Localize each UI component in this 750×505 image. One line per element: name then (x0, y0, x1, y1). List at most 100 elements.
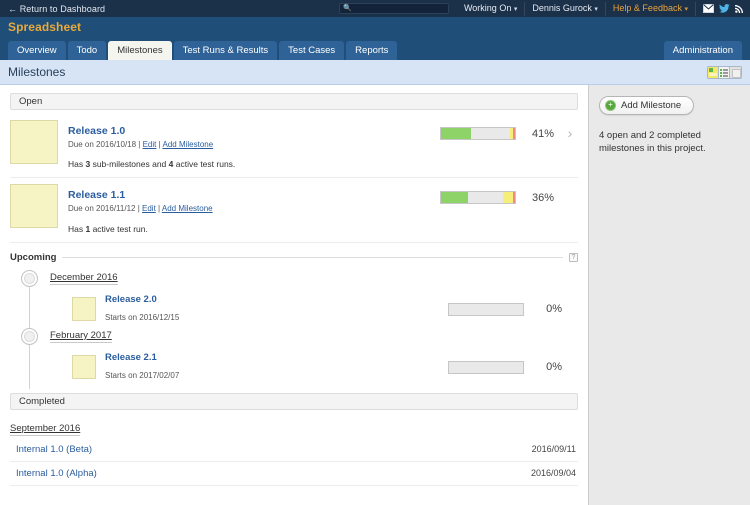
milestone-due-date: Due on 2016/10/18 (68, 140, 137, 149)
main-content: Open Release 1.0 Due on 2016/10/18 | Edi… (0, 85, 588, 505)
section-header-upcoming: Upcoming ? (10, 252, 578, 263)
administration-button[interactable]: Administration (663, 41, 742, 60)
tab-test-cases[interactable]: Test Cases (279, 41, 345, 60)
milestone-meta: Due on 2016/11/12 | Edit | Add Milestone (68, 204, 440, 214)
view-mode-cards-icon[interactable] (708, 66, 719, 78)
chevron-down-icon: ▾ (594, 5, 598, 13)
help-feedback-menu[interactable]: Help & Feedback ▾ (606, 1, 696, 16)
progress-segment-retest (503, 192, 513, 204)
plus-circle-icon: + (605, 99, 616, 111)
milestone-completed-date: 2016/09/04 (530, 468, 576, 479)
timeline-group: February 2017 Release 2.1 Starts on 2017… (10, 325, 578, 389)
milestone-row[interactable]: Release 1.0 Due on 2016/10/18 | Edit | A… (10, 114, 578, 179)
summary-suffix: active test runs. (173, 159, 236, 170)
milestone-progress-block: 0% (448, 302, 562, 316)
progress-segment-untested (467, 192, 504, 204)
milestone-row[interactable]: Release 1.1 Due on 2016/11/12 | Edit | A… (10, 178, 578, 243)
progress-segment-passed (441, 192, 468, 204)
topbar-right: 🔍 Working On ▾ Dennis Gurock ▾ Help & Fe… (338, 1, 744, 16)
timeline-month-link[interactable]: December 2016 (50, 272, 118, 285)
timeline-connector (29, 344, 30, 389)
completed-month-link[interactable]: September 2016 (10, 423, 81, 436)
search-input[interactable] (351, 4, 445, 13)
milestone-start-date: Starts on 2016/12/15 (105, 312, 180, 322)
add-milestone-label: Add Milestone (621, 99, 682, 111)
return-to-dashboard-link[interactable]: ← Return to Dashboard (8, 4, 105, 14)
primary-tab-bar: Overview Todo Milestones Test Runs & Res… (0, 36, 750, 60)
section-header-completed: Completed (10, 392, 578, 410)
summary-middle: sub-milestones and (90, 159, 169, 170)
timeline-group: December 2016 Release 2.0 Starts on 2016… (10, 267, 578, 331)
section-label-open: Open (19, 96, 43, 107)
milestone-add-link[interactable]: Add Milestone (162, 140, 213, 149)
view-mode-compact-icon[interactable] (730, 66, 741, 78)
right-sidebar: + Add Milestone 4 open and 2 completed m… (588, 85, 750, 505)
tab-overview[interactable]: Overview (8, 41, 66, 60)
milestone-name-link[interactable]: Release 1.0 (68, 125, 125, 137)
section-label-completed: Completed (19, 395, 65, 407)
timeline-month-link[interactable]: February 2017 (50, 330, 112, 343)
summary-suffix: active test run. (90, 223, 148, 234)
topbar-left: ← Return to Dashboard (8, 4, 339, 14)
tab-test-runs-results[interactable]: Test Runs & Results (173, 41, 278, 60)
milestone-info: Release 1.0 Due on 2016/10/18 | Edit | A… (68, 120, 440, 169)
add-milestone-button[interactable]: + Add Milestone (599, 95, 695, 115)
progress-segment-failed (513, 128, 515, 139)
milestone-edit-link[interactable]: Edit (142, 204, 156, 213)
milestone-thumbnail (10, 184, 58, 229)
view-mode-list-icon[interactable] (719, 66, 730, 78)
help-icon[interactable]: ? (569, 252, 578, 262)
milestone-name-link[interactable]: Release 2.1 (105, 352, 448, 363)
view-mode-toggle[interactable] (707, 65, 742, 79)
rss-icon[interactable] (735, 4, 744, 13)
summary-prefix: Has (68, 159, 86, 170)
progress-percent: 0% (546, 361, 562, 374)
expand-submilestones-chevron-right-icon[interactable]: › (562, 126, 578, 140)
milestone-name-link[interactable]: Internal 1.0 (Alpha) (16, 468, 531, 479)
tab-todo[interactable]: Todo (67, 41, 107, 60)
completed-milestone-row[interactable]: Internal 1.0 (Beta) 2016/09/11 (10, 438, 578, 462)
user-name-label: Dennis Gurock (532, 2, 592, 13)
milestone-info: Release 2.1 Starts on 2017/02/07 (105, 352, 448, 383)
milestone-summary: Has 1 active test run. (68, 224, 440, 234)
milestone-summary: Has 3 sub-milestones and 4 active test r… (68, 159, 440, 169)
progress-segment-untested (471, 128, 510, 139)
completed-group: September 2016 Internal 1.0 (Beta) 2016/… (10, 414, 578, 486)
section-header-open: Open (10, 93, 578, 110)
completed-milestone-row[interactable]: Internal 1.0 (Alpha) 2016/09/04 (10, 462, 578, 486)
progress-bar (448, 302, 524, 316)
milestone-thumbnail (72, 355, 96, 380)
milestone-edit-link[interactable]: Edit (143, 140, 157, 149)
upcoming-milestone-row[interactable]: Release 2.0 Starts on 2016/12/15 0% (72, 294, 578, 325)
section-rule (62, 256, 563, 258)
milestone-thumbnail (72, 297, 96, 322)
milestone-add-link[interactable]: Add Milestone (162, 204, 213, 213)
upcoming-timeline: December 2016 Release 2.0 Starts on 2016… (10, 267, 578, 389)
mail-icon[interactable] (703, 4, 714, 13)
page-title-bar: Milestones (0, 60, 750, 85)
progress-segment-untested (449, 361, 523, 373)
progress-bar (440, 191, 516, 205)
progress-percent: 36% (531, 191, 554, 204)
working-on-label: Working On (463, 2, 512, 13)
user-menu[interactable]: Dennis Gurock ▾ (525, 1, 606, 16)
progress-bar (448, 360, 524, 374)
page-title: Milestones (8, 65, 66, 79)
progress-segment-failed (512, 192, 515, 204)
milestone-name-link[interactable]: Internal 1.0 (Beta) (16, 444, 532, 455)
milestone-name-link[interactable]: Release 2.0 (105, 294, 448, 305)
topbar-social-icons (696, 4, 744, 13)
milestone-completed-date: 2016/09/11 (531, 444, 576, 455)
milestone-progress-block: 0% (448, 360, 562, 374)
upcoming-milestone-row[interactable]: Release 2.1 Starts on 2017/02/07 0% (72, 352, 578, 383)
search-box[interactable]: 🔍 (338, 3, 449, 14)
summary-prefix: Has (68, 223, 86, 234)
milestone-name-link[interactable]: Release 1.1 (68, 189, 125, 201)
milestone-info: Release 2.0 Starts on 2016/12/15 (105, 294, 448, 325)
working-on-menu[interactable]: Working On ▾ (457, 1, 526, 16)
twitter-icon[interactable] (719, 4, 730, 13)
tab-milestones[interactable]: Milestones (108, 41, 172, 60)
milestone-start-date: Starts on 2017/02/07 (105, 370, 180, 380)
progress-percent: 0% (546, 303, 562, 316)
tab-reports[interactable]: Reports (346, 41, 398, 60)
